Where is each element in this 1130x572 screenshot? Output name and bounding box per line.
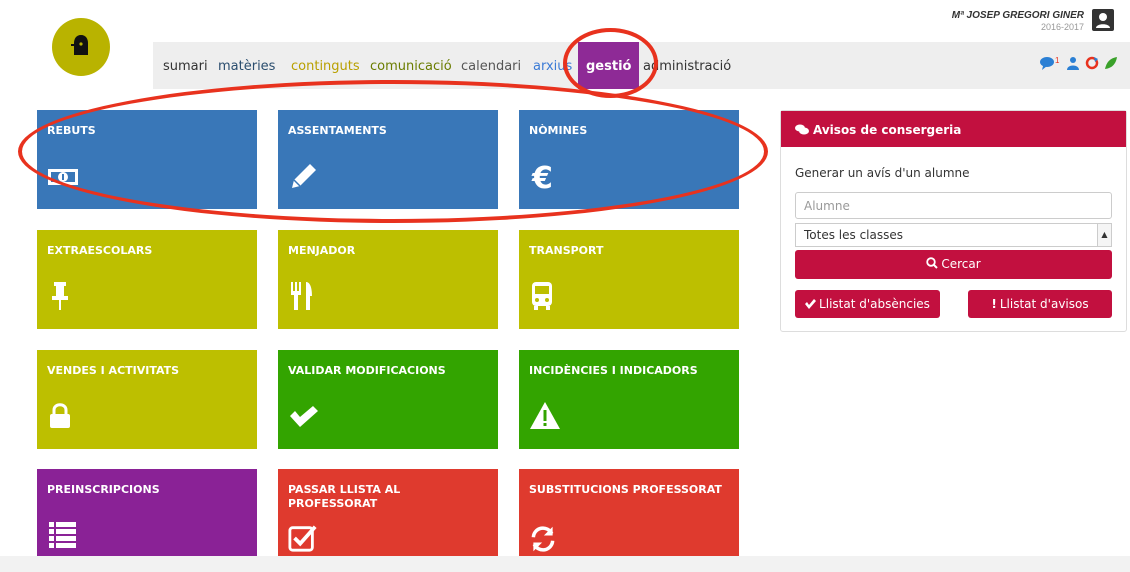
tile-vendes-activitats[interactable]: VENDES I ACTIVITATS <box>37 350 257 449</box>
class-select[interactable]: Totes les classes ▲ <box>795 223 1112 247</box>
tile-preinscripcions[interactable]: PREINSCRIPCIONS <box>37 469 257 556</box>
panel-title: Avisos de consergeria <box>813 123 962 137</box>
nav-item-administracio[interactable]: administració <box>643 59 731 74</box>
check-icon <box>290 406 318 427</box>
refresh-icon[interactable] <box>1085 56 1099 70</box>
money-icon <box>48 169 78 185</box>
nav-item-calendari[interactable]: calendari <box>461 59 521 74</box>
tile-title: PREINSCRIPCIONS <box>47 483 160 496</box>
warning-icon <box>530 402 560 429</box>
refresh-icon <box>531 526 555 552</box>
comments-icon <box>795 124 809 135</box>
absences-label: Llistat d'absències <box>819 297 930 311</box>
search-button[interactable]: Cercar <box>795 250 1112 279</box>
notices-button[interactable]: ! Llistat d'avisos <box>968 290 1112 318</box>
tile-title: REBUTS <box>47 124 96 137</box>
tile-incidencies-indicadors[interactable]: INCIDÈNCIES I INDICADORS <box>519 350 739 449</box>
search-label: Cercar <box>941 257 981 271</box>
nav-item-comunicacio[interactable]: comunicació <box>370 59 452 74</box>
tile-rebuts[interactable]: REBUTS <box>37 110 257 209</box>
svg-text:€: € <box>531 161 553 192</box>
panel-subtitle: Generar un avís d'un alumne <box>795 166 970 180</box>
student-input[interactable] <box>795 192 1112 219</box>
tile-menjador[interactable]: MENJADOR <box>278 230 498 329</box>
euro-icon: € <box>531 161 553 192</box>
nav-item-continguts[interactable]: continguts <box>291 59 360 74</box>
tile-title: EXTRAESCOLARS <box>47 244 153 257</box>
user-avatar-icon[interactable] <box>1092 9 1114 31</box>
lock-icon <box>50 403 70 428</box>
notification-badge: 1 <box>1055 56 1060 65</box>
tile-substitucions[interactable]: SUBSTITUCIONS PROFESSORAT <box>519 469 739 556</box>
panel-header: Avisos de consergeria <box>781 111 1126 147</box>
tile-extraescolars[interactable]: EXTRAESCOLARS <box>37 230 257 329</box>
footer-strip <box>0 556 1130 572</box>
leaf-icon[interactable] <box>1104 56 1118 70</box>
user-name: Mª JOSEP GREGORI GINER <box>951 10 1084 21</box>
main-nav: sumari matèries continguts comunicació c… <box>153 42 1130 89</box>
checkbox-icon <box>288 525 317 552</box>
chat-icon[interactable] <box>1040 56 1054 70</box>
tile-title: TRANSPORT <box>529 244 604 257</box>
tile-title: ASSENTAMENTS <box>288 124 387 137</box>
tile-passar-llista[interactable]: PASSAR LLISTA AL PROFESSORAT <box>278 469 498 556</box>
school-year: 2016-2017 <box>1040 22 1084 32</box>
tile-title: PASSAR LLISTA AL PROFESSORAT <box>288 483 401 510</box>
cutlery-icon <box>291 282 312 310</box>
nav-icons: 1 <box>1040 56 1118 70</box>
nav-item-arxius[interactable]: arxius <box>533 59 572 74</box>
pin-icon <box>52 282 68 310</box>
tile-title: MENJADOR <box>288 244 356 257</box>
check-icon <box>805 299 817 309</box>
tile-title: VALIDAR MODIFICACIONS <box>288 364 446 377</box>
consergeria-panel: Avisos de consergeria Generar un avís d'… <box>780 110 1127 332</box>
notices-label: Llistat d'avisos <box>999 297 1089 311</box>
user-icon[interactable] <box>1066 56 1080 70</box>
tile-title: VENDES I ACTIVITATS <box>47 364 180 377</box>
tile-title: NÒMINES <box>529 124 588 137</box>
nav-item-materies[interactable]: matèries <box>218 59 275 74</box>
nav-item-sumari[interactable]: sumari <box>163 59 208 74</box>
search-icon <box>926 257 939 269</box>
exclamation-icon: ! <box>991 297 997 311</box>
tile-title: SUBSTITUCIONS PROFESSORAT <box>529 483 722 496</box>
pencil-icon <box>292 164 316 188</box>
chevron-down-icon: ▲ <box>1097 224 1111 246</box>
tile-assentaments[interactable]: ASSENTAMENTS <box>278 110 498 209</box>
keyhole-icon <box>71 35 88 55</box>
tile-transport[interactable]: TRANSPORT <box>519 230 739 329</box>
absences-button[interactable]: Llistat d'absències <box>795 290 940 318</box>
tile-title: INCIDÈNCIES I INDICADORS <box>529 364 698 377</box>
class-select-value: Totes les classes <box>804 228 903 242</box>
tile-nomines[interactable]: NÒMINES € <box>519 110 739 209</box>
nav-item-gestio[interactable]: gestió <box>578 42 640 89</box>
list-icon <box>49 522 76 548</box>
bus-icon <box>532 282 552 310</box>
logo[interactable] <box>52 18 110 76</box>
tile-validar-modificacions[interactable]: VALIDAR MODIFICACIONS <box>278 350 498 449</box>
